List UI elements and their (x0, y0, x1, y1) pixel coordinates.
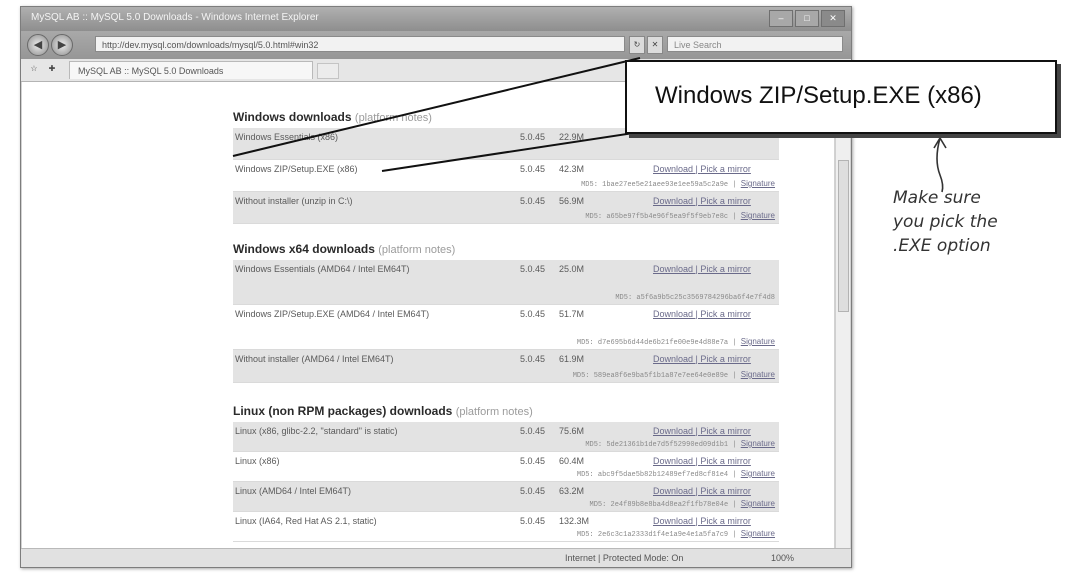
pointer-line-lower (381, 131, 641, 172)
callout-text: Windows ZIP/Setup.EXE (x86) (655, 82, 982, 109)
note-line: you pick the (893, 212, 998, 232)
zoom-callout: Windows ZIP/Setup.EXE (x86) (625, 60, 1057, 134)
note-line: Make sure (893, 188, 981, 208)
note-line: .EXE option (893, 236, 991, 256)
arrow-icon (933, 136, 947, 193)
handwritten-note: Make sure you pick the .EXE option (893, 186, 998, 258)
